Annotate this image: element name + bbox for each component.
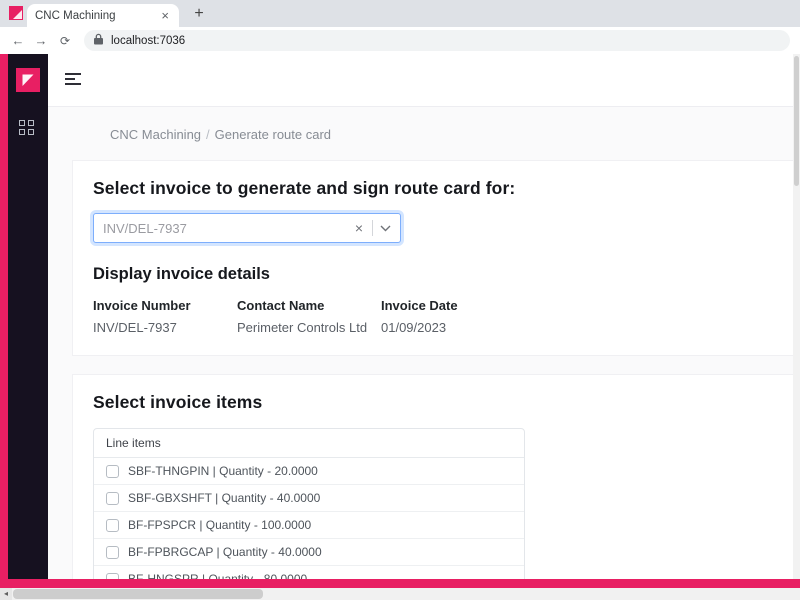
scroll-left-icon[interactable]: ◂ — [0, 588, 12, 600]
back-icon[interactable]: ← — [8, 31, 28, 51]
line-item-row[interactable]: SBF-GBXSHFT | Quantity - 40.0000 — [94, 485, 524, 512]
item-checkbox[interactable] — [106, 519, 119, 532]
invoice-items-card: Select invoice items Line items SBF-THNG… — [72, 374, 793, 579]
invoice-details-heading: Display invoice details — [93, 265, 788, 284]
line-item-label: BF-FPSPCR | Quantity - 100.0000 — [128, 518, 311, 532]
address-bar[interactable]: localhost:7036 — [84, 30, 790, 51]
page-content: CNC Machining/Generate route card Select… — [48, 107, 793, 579]
breadcrumb-separator: / — [201, 127, 215, 142]
dashboard-grid-icon[interactable] — [19, 120, 34, 135]
forward-icon[interactable]: → — [31, 31, 51, 51]
sidebar — [8, 54, 48, 579]
accent-strip-bottom — [0, 579, 800, 588]
breadcrumb-current: Generate route card — [215, 127, 331, 142]
line-item-label: SBF-GBXSHFT | Quantity - 40.0000 — [128, 491, 320, 505]
tab-close-icon[interactable]: × — [159, 8, 171, 23]
column-header: Contact Name — [237, 298, 381, 313]
vertical-scrollbar-thumb[interactable] — [794, 56, 799, 186]
invoice-combobox[interactable]: INV/DEL-7937 × — [93, 213, 401, 243]
invoice-items-heading: Select invoice items — [93, 392, 788, 413]
new-tab-button[interactable]: + — [188, 3, 210, 25]
item-checkbox[interactable] — [106, 546, 119, 559]
item-checkbox[interactable] — [106, 573, 119, 580]
accent-strip-left — [0, 54, 8, 588]
horizontal-scrollbar[interactable]: ◂ — [0, 588, 800, 600]
tab-title: CNC Machining — [35, 10, 159, 22]
browser-window-icon — [9, 6, 23, 20]
item-checkbox[interactable] — [106, 492, 119, 505]
item-checkbox[interactable] — [106, 465, 119, 478]
invoice-combobox-value: INV/DEL-7937 — [103, 221, 351, 236]
breadcrumb: CNC Machining/Generate route card — [110, 127, 793, 142]
invoice-number-value: INV/DEL-7937 — [93, 320, 237, 335]
invoice-details-table: Invoice Number Contact Name Invoice Date… — [93, 298, 788, 335]
line-item-row[interactable]: BF-FPSPCR | Quantity - 100.0000 — [94, 512, 524, 539]
line-item-row[interactable]: BF-HNGSPR | Quantity - 80.0000 — [94, 566, 524, 579]
app-logo-icon[interactable] — [16, 68, 40, 92]
invoice-select-heading: Select invoice to generate and sign rout… — [93, 178, 788, 199]
browser-tab[interactable]: CNC Machining × — [27, 4, 179, 27]
vertical-scrollbar[interactable] — [793, 54, 800, 579]
breadcrumb-parent[interactable]: CNC Machining — [110, 127, 201, 142]
column-header: Invoice Date — [381, 298, 788, 313]
contact-name-value: Perimeter Controls Ltd — [237, 320, 381, 335]
chevron-down-icon[interactable] — [380, 225, 391, 232]
line-item-label: SBF-THNGPIN | Quantity - 20.0000 — [128, 464, 318, 478]
column-header: Invoice Number — [93, 298, 237, 313]
lock-icon[interactable] — [94, 32, 104, 50]
line-items-list: Line items SBF-THNGPIN | Quantity - 20.0… — [93, 428, 525, 579]
clear-icon[interactable]: × — [351, 220, 367, 236]
horizontal-scrollbar-thumb[interactable] — [13, 589, 263, 599]
line-items-header: Line items — [94, 429, 524, 458]
invoice-select-card: Select invoice to generate and sign rout… — [72, 160, 793, 356]
browser-tab-strip: CNC Machining × + — [0, 0, 800, 27]
line-item-label: BF-HNGSPR | Quantity - 80.0000 — [128, 572, 307, 579]
line-item-row[interactable]: BF-FPBRGCAP | Quantity - 40.0000 — [94, 539, 524, 566]
app-header — [48, 54, 793, 107]
line-item-label: BF-FPBRGCAP | Quantity - 40.0000 — [128, 545, 322, 559]
line-item-row[interactable]: SBF-THNGPIN | Quantity - 20.0000 — [94, 458, 524, 485]
invoice-date-value: 01/09/2023 — [381, 320, 788, 335]
browser-address-row: ← → ⟳ localhost:7036 — [0, 27, 800, 54]
refresh-icon[interactable]: ⟳ — [55, 31, 75, 51]
combobox-divider — [372, 220, 373, 236]
url-text: localhost:7036 — [111, 35, 185, 47]
menu-icon[interactable] — [65, 73, 83, 87]
